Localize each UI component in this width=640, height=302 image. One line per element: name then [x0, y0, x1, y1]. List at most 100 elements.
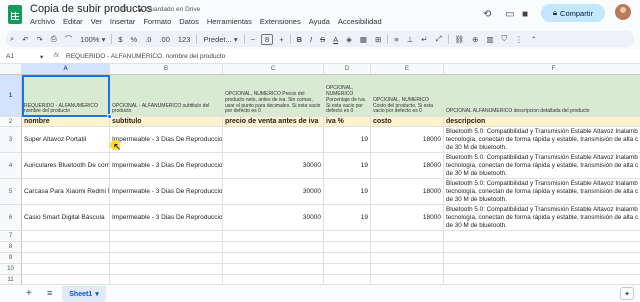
field-name-cell[interactable]: subtitulo — [110, 117, 223, 127]
field-name-cell[interactable]: costo — [371, 117, 444, 127]
zoom-select[interactable]: 100% ▾ — [76, 35, 109, 44]
tab-sheet1[interactable]: Sheet1 ▾ — [62, 286, 106, 302]
menu-item-ayuda[interactable]: Ayuda — [309, 17, 330, 26]
video-call-icon[interactable]: ■ — [522, 9, 528, 20]
table-cell[interactable]: 18000 — [371, 153, 444, 179]
table-cell[interactable]: Bluetooth 5.0: Compatibilidad y Transmis… — [444, 179, 640, 205]
row-header[interactable]: 1 — [0, 75, 22, 117]
menu-item-formato[interactable]: Formato — [143, 17, 171, 26]
filter-icon[interactable]: ⛉ — [497, 34, 511, 44]
borders-icon[interactable]: ▦ — [356, 35, 371, 44]
strikethrough-button[interactable]: S — [316, 35, 329, 44]
more-icon[interactable]: ⋮ — [511, 35, 527, 44]
table-cell[interactable]: Impermeable - 3 Dias De Reproduccion — [110, 179, 223, 205]
save-status[interactable]: ☁ Guardado en Drive — [137, 5, 200, 13]
table-cell[interactable]: Bluetooth 5.0: Compatibilidad y Transmis… — [444, 153, 640, 179]
increase-decimal-button[interactable]: .00 — [155, 35, 173, 44]
table-cell[interactable]: 30000 — [223, 205, 324, 231]
field-name-cell[interactable]: nombre — [22, 117, 110, 127]
row-header[interactable]: 11 — [0, 275, 22, 284]
menu-item-insertar[interactable]: Insertar — [110, 17, 135, 26]
table-cell[interactable] — [444, 264, 640, 275]
decrease-decimal-button[interactable]: .0 — [141, 35, 155, 44]
wrap-text-icon[interactable]: ↵ — [417, 35, 431, 44]
table-cell[interactable]: 19 — [324, 179, 371, 205]
row-header[interactable]: 9 — [0, 253, 22, 264]
bold-button[interactable]: B — [293, 35, 306, 44]
table-cell[interactable]: 30000 — [223, 179, 324, 205]
star-icon[interactable]: ☆ — [120, 3, 128, 14]
row-header[interactable]: 4 — [0, 153, 22, 179]
percent-format-button[interactable]: % — [127, 35, 142, 44]
table-cell[interactable] — [324, 242, 371, 253]
table-cell[interactable] — [371, 231, 444, 242]
table-cell[interactable] — [110, 231, 223, 242]
table-cell[interactable] — [22, 253, 110, 264]
table-cell[interactable] — [223, 275, 324, 284]
column-header-e[interactable]: E — [371, 64, 444, 75]
fill-handle[interactable] — [107, 114, 112, 119]
column-header-a[interactable]: A — [22, 64, 110, 75]
table-cell[interactable] — [110, 275, 223, 284]
chevron-down-icon[interactable]: ▾ — [40, 53, 43, 61]
menu-item-datos[interactable]: Datos — [179, 17, 199, 26]
table-cell[interactable] — [22, 264, 110, 275]
row-header[interactable]: 7 — [0, 231, 22, 242]
print-icon[interactable]: ⎙ — [47, 34, 61, 44]
table-cell[interactable] — [444, 253, 640, 264]
table-cell[interactable] — [324, 253, 371, 264]
field-name-cell[interactable]: descripcion — [444, 117, 640, 127]
table-cell[interactable] — [110, 264, 223, 275]
comment-add-icon[interactable]: ⊕ — [468, 35, 482, 44]
table-cell[interactable] — [223, 127, 324, 153]
table-cell[interactable] — [22, 242, 110, 253]
table-cell[interactable] — [324, 275, 371, 284]
table-cell[interactable]: Auriculares Bluetooth De correa — [22, 153, 110, 179]
table-cell[interactable]: Casio Smart Digital Báscula — [22, 205, 110, 231]
table-cell[interactable]: 19 — [324, 127, 371, 153]
instruction-cell[interactable]: OPCIONAL ALFANUMERICO descripcion detall… — [444, 75, 640, 117]
column-header-b[interactable]: B — [110, 64, 223, 75]
avatar[interactable] — [615, 4, 631, 20]
paint-format-icon[interactable]: ⌒ — [61, 34, 77, 45]
table-cell[interactable] — [371, 242, 444, 253]
table-cell[interactable] — [371, 264, 444, 275]
chart-icon[interactable]: ▥ — [482, 35, 497, 44]
table-cell[interactable] — [371, 275, 444, 284]
currency-format-button[interactable]: $ — [114, 35, 126, 44]
table-cell[interactable]: Impermeable - 3 Dias De Reproduccion — [110, 153, 223, 179]
vertical-align-icon[interactable]: ⊥ — [403, 35, 418, 44]
undo-icon[interactable]: ↶ — [18, 35, 32, 44]
column-header-d[interactable]: D — [324, 64, 371, 75]
table-cell[interactable]: Carcasa Para Xiaomi Redmi No — [22, 179, 110, 205]
table-cell[interactable] — [444, 275, 640, 284]
table-cell[interactable]: 30000 — [223, 153, 324, 179]
table-cell[interactable]: 18000 — [371, 127, 444, 153]
table-cell[interactable] — [324, 264, 371, 275]
instruction-cell[interactable]: OPCIONAL, NUMERICO Precio del producto n… — [223, 75, 324, 117]
table-cell[interactable]: 18000 — [371, 205, 444, 231]
table-cell[interactable]: Bluetooth 5.0: Compatibilidad y Transmis… — [444, 127, 640, 153]
table-cell[interactable]: 19 — [324, 205, 371, 231]
share-button[interactable]: 🔒︎ Compartir — [541, 4, 605, 22]
table-cell[interactable]: 19 — [324, 153, 371, 179]
table-cell[interactable]: Super Altavoz Portatil — [22, 127, 110, 153]
table-cell[interactable] — [223, 231, 324, 242]
table-cell[interactable] — [223, 242, 324, 253]
menu-item-herramientas[interactable]: Herramientas — [207, 17, 252, 26]
name-box[interactable]: A1 — [6, 53, 14, 60]
row-header[interactable]: 6 — [0, 205, 22, 231]
link-icon[interactable]: ⛓ — [451, 35, 469, 44]
select-all-corner[interactable] — [0, 64, 22, 75]
font-size-increase-button[interactable]: + — [275, 35, 287, 44]
table-cell[interactable] — [223, 264, 324, 275]
row-header[interactable]: 5 — [0, 179, 22, 205]
row-header[interactable]: 2 — [0, 117, 22, 127]
instruction-cell[interactable]: REQUERIDO - ALFANUMERICO nombre del prod… — [22, 75, 110, 117]
menu-item-ver[interactable]: Ver — [91, 17, 102, 26]
field-name-cell[interactable]: iva % — [324, 117, 371, 127]
table-cell[interactable] — [110, 253, 223, 264]
menu-item-extensiones[interactable]: Extensiones — [260, 17, 301, 26]
italic-button[interactable]: I — [306, 35, 316, 44]
table-cell[interactable] — [22, 231, 110, 242]
